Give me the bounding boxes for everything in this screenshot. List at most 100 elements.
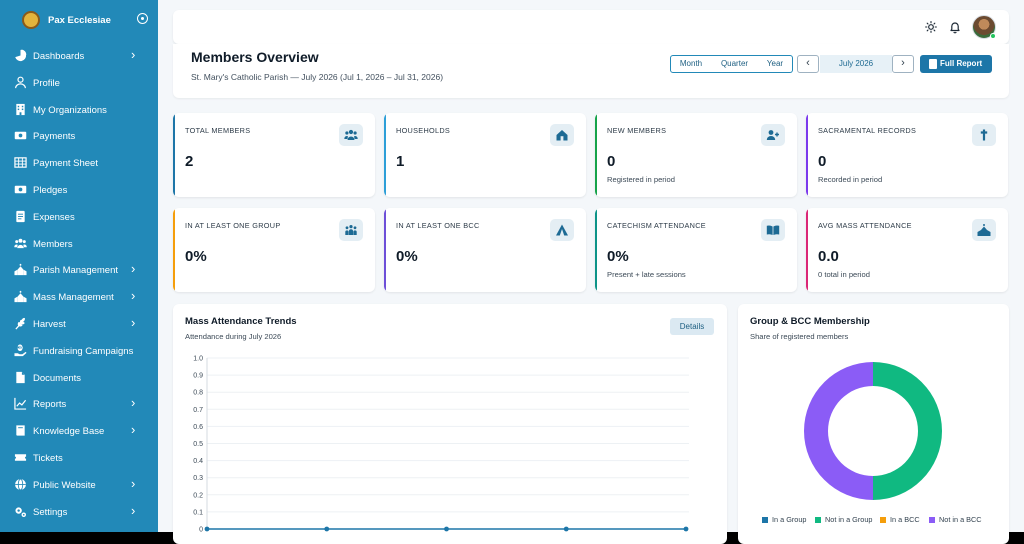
stat-card-total-members: TOTAL MEMBERS 2 <box>173 113 375 197</box>
card-note: 0 total in period <box>818 270 870 279</box>
sidebar-item-label: Settings <box>33 506 68 518</box>
sidebar-item-expenses[interactable]: Expenses <box>0 204 158 230</box>
prev-period-button[interactable]: ‹ <box>797 55 819 73</box>
sidebar-item-my-organizations[interactable]: My Organizations <box>0 97 158 123</box>
card-label: SACRAMENTAL RECORDS <box>818 126 917 135</box>
money-icon <box>14 185 27 194</box>
legend-item[interactable]: Not in a BCC <box>929 515 982 524</box>
card-accent <box>806 113 808 197</box>
home-icon <box>556 130 568 141</box>
sidebar-item-payments[interactable]: Payments <box>0 123 158 149</box>
legend-item[interactable]: Not in a Group <box>815 515 872 524</box>
card-label: HOUSEHOLDS <box>396 126 451 135</box>
legend-item[interactable]: In a Group <box>762 515 806 524</box>
segment-quarter[interactable]: Quarter <box>711 55 759 73</box>
line-chart-icon <box>14 398 27 411</box>
period-display: July 2026 <box>820 55 892 73</box>
user-icon <box>15 76 26 88</box>
page-subtitle: St. Mary's Catholic Parish — July 2026 (… <box>191 72 444 82</box>
card-accent <box>384 113 386 197</box>
data-point[interactable] <box>324 526 330 532</box>
card-icon-box <box>339 124 363 146</box>
card-value: 0% <box>185 248 207 265</box>
logo-icon <box>22 11 40 29</box>
sidebar-toggle-icon[interactable] <box>137 13 148 24</box>
donate-icon <box>14 344 27 356</box>
sidebar-item-label: Members <box>33 238 73 250</box>
sidebar-item-profile[interactable]: Profile <box>0 70 158 96</box>
ticket-icon <box>14 454 27 461</box>
sun-icon[interactable] <box>925 21 937 33</box>
sidebar-item-public-website[interactable]: Public Website › <box>0 472 158 498</box>
data-point[interactable] <box>563 526 569 532</box>
sidebar-item-knowledge-base[interactable]: Knowledge Base › <box>0 418 158 444</box>
data-point[interactable] <box>444 526 449 532</box>
stat-card-in-at-least-one-bcc: IN AT LEAST ONE BCC 0% <box>384 208 586 292</box>
full-report-label: Full Report <box>940 59 983 68</box>
card-icon-box <box>339 219 363 241</box>
y-tick-label: 0.4 <box>193 458 203 465</box>
sidebar-item-reports[interactable]: Reports › <box>0 391 158 417</box>
user-plus-icon <box>766 130 779 140</box>
gears-icon <box>15 507 26 517</box>
pie-chart-icon <box>15 49 27 62</box>
book-icon <box>16 425 25 436</box>
sidebar-item-settings[interactable]: Settings › <box>0 499 158 525</box>
segment-year[interactable]: Year <box>758 55 793 73</box>
segment-month[interactable]: Month <box>670 55 712 73</box>
brand[interactable]: Pax Ecclesiae <box>0 0 158 40</box>
next-period-button[interactable]: › <box>892 55 914 73</box>
sidebar-item-label: Payment Sheet <box>33 158 98 170</box>
sidebar-item-pledges[interactable]: Pledges <box>0 177 158 203</box>
data-point[interactable] <box>204 526 210 532</box>
line-chart: 1.0 0.9 0.8 0.7 0.6 0.5 0.4 0.3 0.2 0.1 0 <box>193 356 689 534</box>
sidebar-item-fundraising-campaigns[interactable]: Fundraising Campaigns <box>0 338 158 364</box>
sidebar-item-payment-sheet[interactable]: Payment Sheet <box>0 150 158 176</box>
card-accent <box>595 113 597 197</box>
card-value: 2 <box>185 153 194 170</box>
y-tick-label: 0.9 <box>193 373 203 380</box>
card-value: 0.0 <box>818 248 839 265</box>
sidebar-item-dashboards[interactable]: Dashboards › <box>0 43 158 69</box>
y-tick-label: 0.6 <box>193 424 203 431</box>
document-icon <box>16 210 25 222</box>
card-note: Registered in period <box>607 175 675 184</box>
sidebar-item-label: Tickets <box>33 453 63 464</box>
sidebar-item-documents[interactable]: Documents <box>0 365 158 391</box>
bell-icon[interactable] <box>949 21 961 34</box>
tent-icon <box>556 224 568 236</box>
data-point[interactable] <box>683 526 689 532</box>
card-label: AVG MASS ATTENDANCE <box>818 221 912 230</box>
full-report-button[interactable]: Full Report <box>920 55 992 73</box>
sidebar-item-mass-management[interactable]: Mass Management › <box>0 284 158 310</box>
sidebar-item-tickets[interactable]: Tickets <box>0 445 158 471</box>
donut-slice-not-in-a-bcc[interactable] <box>804 362 873 500</box>
membership-panel: Group & BCC Membership Share of register… <box>738 304 1009 544</box>
chevron-right-icon: › <box>131 315 136 330</box>
app-root: Pax Ecclesiae Dashboards › Profile My Organ… <box>0 0 1024 544</box>
sidebar-item-label: Reports <box>33 399 67 411</box>
sidebar-item-label: Knowledge Base <box>33 426 105 438</box>
legend-item[interactable]: In a BCC <box>880 515 920 524</box>
y-tick-label: 0.8 <box>193 390 203 397</box>
details-button[interactable]: Details <box>670 318 714 335</box>
sidebar-item-parish-management[interactable]: Parish Management › <box>0 257 158 283</box>
card-accent <box>595 208 597 292</box>
sidebar-item-label: Harvest <box>33 319 66 330</box>
card-accent <box>806 208 808 292</box>
online-status-icon <box>990 33 996 39</box>
sidebar-item-members[interactable]: Members <box>0 231 158 257</box>
sidebar-item-label: Expenses <box>33 211 75 223</box>
church-icon <box>14 291 27 303</box>
legend-label: In a Group <box>772 515 807 524</box>
card-note: Present + late sessions <box>607 270 686 279</box>
card-label: TOTAL MEMBERS <box>185 126 251 135</box>
stat-card-sacramental-records: SACRAMENTAL RECORDS 0 Recorded in period <box>806 113 1008 197</box>
sidebar-item-harvest[interactable]: Harvest › <box>0 311 158 337</box>
chevron-right-icon: › <box>131 502 136 518</box>
card-label: CATECHISM ATTENDANCE <box>607 221 706 230</box>
donut-slice-not-in-a-group[interactable] <box>873 362 942 500</box>
legend-label: Not in a BCC <box>939 515 982 524</box>
legend-swatch <box>880 516 886 523</box>
y-tick-label: 0.3 <box>193 475 203 482</box>
